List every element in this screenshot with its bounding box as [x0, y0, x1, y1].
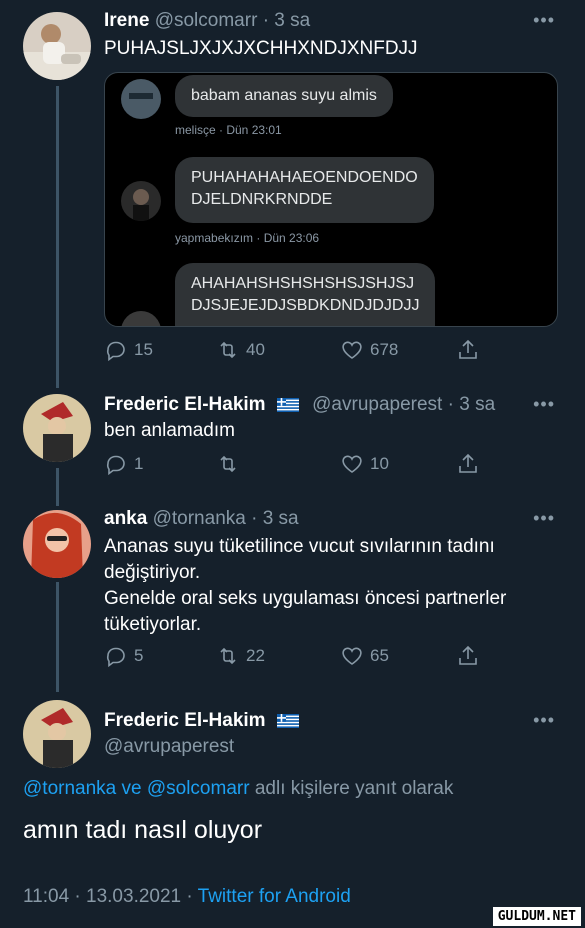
tweet-text: amın tadı nasıl oluyor [23, 816, 263, 844]
dm-message-text: DJELDNRKRNDDE [191, 191, 333, 208]
retweet-button[interactable]: 40 [216, 338, 265, 362]
share-icon [459, 453, 477, 473]
tweet-actions: 1 10 [104, 452, 524, 480]
more-options-icon[interactable]: ••• [533, 508, 555, 529]
tweet-time[interactable]: · 3 sa [251, 508, 299, 529]
avatar[interactable] [23, 700, 91, 768]
tweet-header: Irene @solcomarr · 3 sa [104, 10, 310, 32]
tweet-text: ben anlamadım [104, 420, 235, 441]
reply-count: 1 [134, 454, 144, 473]
share-icon [459, 645, 477, 665]
share-button[interactable] [456, 644, 480, 668]
dm-message: AHAHAHSHSHSHSHSJSHJSJ DJSJEJEJDJSBDKDNDJ… [175, 263, 436, 326]
greece-flag-icon [276, 713, 299, 728]
reply-count: 5 [134, 646, 144, 665]
display-name[interactable]: anka [104, 508, 147, 529]
greece-flag-icon [276, 397, 299, 412]
share-icon [459, 339, 477, 359]
reply-context-suffix: adlı kişilere yanıt olarak [249, 778, 454, 799]
tweet-time[interactable]: · 3 sa [263, 10, 311, 31]
reply-button[interactable]: 5 [104, 644, 143, 668]
user-handle[interactable]: @avrupaperest [104, 736, 234, 758]
retweet-count: 40 [246, 340, 265, 359]
watermark: GULDUM.NET [492, 907, 581, 926]
reply-count: 15 [134, 340, 153, 359]
timestamp-text[interactable]: 11:04 · 13.03.2021 · [23, 886, 198, 907]
dm-meta: yapmabekızım · Dün 23:06 [175, 231, 320, 245]
more-options-icon[interactable]: ••• [533, 710, 555, 731]
heart-icon [342, 455, 362, 473]
tweet-actions: 15 40 678 [104, 338, 524, 366]
dm-message-text: babam ananas suyu almis [191, 87, 377, 104]
like-count: 10 [370, 454, 389, 473]
watermark-text: GULDUM.NET [497, 909, 576, 924]
source-link[interactable]: Twitter for Android [198, 886, 351, 907]
retweet-button[interactable]: 22 [216, 644, 265, 668]
heart-icon [342, 341, 362, 359]
user-handle[interactable]: @avrupaperest [312, 394, 442, 415]
dm-message-text: DJSJEJEJDJSBDKDNDJDJDJJ [191, 297, 420, 314]
like-button[interactable]: 678 [340, 338, 398, 362]
tweet-text: PUHAJSLJXJXJXCHHXNDJXNFDJJ [104, 38, 418, 59]
tweet-text-line: değiştiriyor. [104, 562, 201, 583]
tweet-text: Ananas suyu tüketilince vucut sıvılarını… [104, 534, 506, 638]
tweet-text-line: Ananas suyu tüketilince vucut sıvılarını… [104, 536, 495, 557]
tweet-header: Frederic El-Hakim [104, 710, 299, 732]
mention-link[interactable]: @solcomarr [147, 778, 250, 799]
tweet-irene[interactable]: Irene @solcomarr · 3 sa ••• PUHAJSLJXJXJ… [0, 0, 585, 380]
tweet-actions: 5 22 65 [104, 644, 524, 672]
tweet-text-line: tüketiyorlar. [104, 614, 202, 635]
tweet-time[interactable]: · 3 sa [448, 394, 496, 415]
avatar[interactable] [23, 12, 91, 80]
display-name[interactable]: Irene [104, 10, 149, 31]
dm-avatar [121, 181, 161, 221]
focused-tweet: Frederic El-Hakim @avrupaperest ••• @tor… [0, 696, 585, 928]
tweet-anka[interactable]: anka @tornanka · 3 sa ••• Ananas suyu tü… [0, 506, 585, 686]
tweet-frederic[interactable]: Frederic El-Hakim @avrupaperest · 3 sa •… [0, 390, 585, 490]
like-count: 65 [370, 646, 389, 665]
retweet-icon [220, 647, 236, 665]
dm-meta: melisçe · Dün 23:01 [175, 123, 282, 137]
more-options-icon[interactable]: ••• [533, 10, 555, 31]
tweet-timestamp: 11:04 · 13.03.2021 · Twitter for Android [23, 886, 351, 908]
user-handle[interactable]: @tornanka [153, 508, 246, 529]
share-button[interactable] [456, 338, 480, 362]
like-count: 678 [370, 340, 399, 359]
reply-icon [106, 455, 125, 476]
retweet-icon [220, 455, 236, 473]
tweet-text-line: Genelde oral seks uygulaması öncesi part… [104, 588, 507, 609]
reply-icon [106, 647, 125, 668]
share-button[interactable] [456, 452, 480, 476]
dm-avatar [121, 79, 161, 119]
reply-context-and: ve [116, 778, 147, 799]
reply-icon [106, 341, 125, 362]
retweet-button[interactable] [216, 452, 246, 476]
reply-context: @tornanka ve @solcomarr adlı kişilere ya… [23, 778, 453, 800]
display-name[interactable]: Frederic El-Hakim [104, 710, 266, 731]
embedded-image[interactable]: babam ananas suyu almis melisçe · Dün 23… [104, 72, 558, 327]
mention-link[interactable]: @tornanka [23, 778, 116, 799]
tweet-header: Frederic El-Hakim @avrupaperest · 3 sa [104, 394, 495, 416]
tweet-header: anka @tornanka · 3 sa [104, 508, 299, 530]
dm-avatar [121, 311, 161, 326]
like-button[interactable]: 10 [340, 452, 389, 476]
avatar[interactable] [23, 510, 91, 578]
retweet-icon [220, 341, 236, 359]
avatar[interactable] [23, 394, 91, 462]
heart-icon [342, 647, 362, 665]
retweet-count: 22 [246, 646, 265, 665]
reply-button[interactable]: 15 [104, 338, 153, 362]
user-handle[interactable]: @solcomarr [155, 10, 258, 31]
dm-message-text: AHAHAHSHSHSHSHSJSHJSJ [191, 275, 415, 292]
display-name[interactable]: Frederic El-Hakim [104, 394, 266, 415]
dm-message: PUHAHAHAHAEOENDOENDO DJELDNRKRNDDE [175, 157, 434, 223]
reply-button[interactable]: 1 [104, 452, 143, 476]
like-button[interactable]: 65 [340, 644, 389, 668]
dm-message: babam ananas suyu almis [175, 75, 393, 117]
dm-message-text: PUHAHAHAHAEOENDOENDO [191, 169, 418, 186]
more-options-icon[interactable]: ••• [533, 394, 555, 415]
